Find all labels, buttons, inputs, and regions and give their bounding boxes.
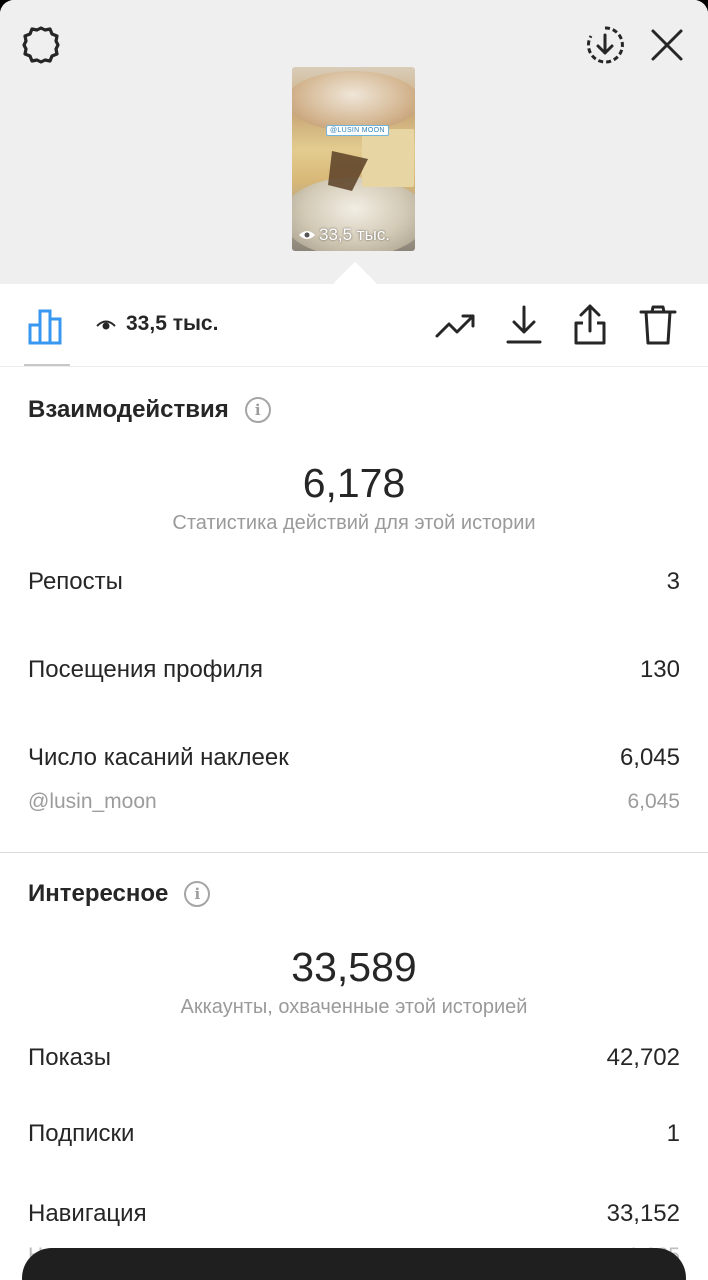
stat-row-profile-visits: Посещения профиля 130 <box>28 656 680 684</box>
delete-button[interactable] <box>636 302 680 348</box>
story-preview-area: @LUSIN MOON 33,5 тыс. <box>0 0 708 284</box>
stat-value: 6,045 <box>619 744 680 771</box>
stat-value: 3 <box>666 568 680 595</box>
stat-row-sticker-mention: @lusin_moon 6,045 <box>28 790 680 814</box>
tab-insights[interactable] <box>24 302 70 348</box>
share-button[interactable] <box>568 302 612 348</box>
story-insights-screen: @LUSIN MOON 33,5 тыс. 33,5 тыс. Взаимоде… <box>0 0 708 1280</box>
interactions-total: 6,178 <box>302 460 406 506</box>
section-divider <box>0 852 708 853</box>
stat-value: 33,152 <box>606 1200 680 1227</box>
stat-label: Навигация <box>28 1200 147 1227</box>
stat-label: Число касаний наклеек <box>28 744 289 771</box>
eye-icon <box>299 231 315 239</box>
insights-toolbar: 33,5 тыс. <box>0 284 708 367</box>
settings-button[interactable] <box>18 22 64 68</box>
info-icon[interactable]: i <box>244 397 271 423</box>
stat-value: 6,045 <box>627 790 680 813</box>
download-icon <box>506 305 542 344</box>
views-count: 33,5 тыс. <box>126 312 219 335</box>
download-button[interactable] <box>502 302 546 348</box>
download-circle-icon <box>586 26 624 64</box>
save-story-button[interactable] <box>582 22 628 68</box>
stat-label: @lusin_moon <box>28 790 157 813</box>
discovery-subtitle: Аккаунты, охваченные этой историей <box>180 996 528 1018</box>
trash-icon <box>639 305 677 345</box>
discovery-section-title: Интересное i <box>28 880 211 908</box>
discovery-title: Интересное <box>28 880 169 907</box>
mention-sticker: @LUSIN MOON <box>326 125 389 136</box>
stat-row-impressions: Показы 42,702 <box>28 1044 680 1072</box>
share-icon <box>574 304 606 345</box>
promote-button[interactable] <box>434 306 478 346</box>
stat-row-sticker-taps: Число касаний наклеек 6,045 <box>28 744 680 772</box>
stat-row-reposts: Репосты 3 <box>28 568 680 596</box>
interactions-subtitle: Статистика действий для этой истории <box>172 512 536 534</box>
tab-underline <box>24 364 70 366</box>
discovery-total: 33,589 <box>291 944 417 990</box>
story-thumbnail[interactable]: @LUSIN MOON 33,5 тыс. <box>292 67 415 251</box>
stat-value: 130 <box>639 656 680 683</box>
trending-icon <box>435 314 475 338</box>
info-icon[interactable]: i <box>184 881 211 907</box>
interactions-section-title: Взаимодействия i <box>28 396 271 424</box>
close-icon <box>651 29 683 61</box>
stat-label: Репосты <box>28 568 123 595</box>
gear-icon <box>22 26 60 64</box>
views-summary: 33,5 тыс. <box>96 312 218 336</box>
thumbnail-views: 33,5 тыс. <box>298 225 390 245</box>
bottom-sheet-handle[interactable] <box>22 1248 686 1280</box>
cake-image <box>292 71 415 131</box>
stat-value: 42,702 <box>606 1044 680 1071</box>
stat-row-follows: Подписки 1 <box>28 1120 680 1148</box>
thumbnail-views-count: 33,5 тыс. <box>319 225 391 244</box>
stat-label: Посещения профиля <box>28 656 263 683</box>
stat-label: Подписки <box>28 1120 135 1147</box>
stat-row-navigation: Навигация 33,152 <box>28 1200 680 1228</box>
cake-cut <box>362 129 414 187</box>
close-button[interactable] <box>644 22 690 68</box>
stat-value: 1 <box>666 1120 680 1147</box>
eye-icon <box>96 320 116 330</box>
interactions-title: Взаимодействия <box>28 396 229 423</box>
bar-chart-icon <box>28 309 62 345</box>
stat-label: Показы <box>28 1044 111 1071</box>
